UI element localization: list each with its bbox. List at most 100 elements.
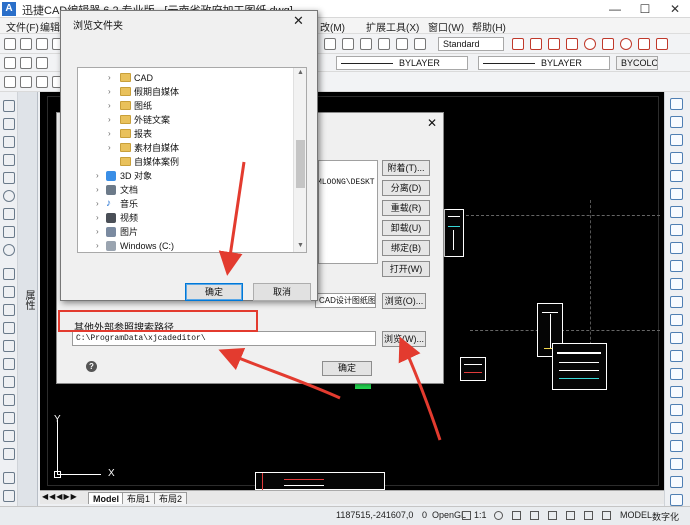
view-3d-icon[interactable] xyxy=(4,76,16,88)
tree-scrollbar[interactable]: ▲ ▼ xyxy=(293,68,306,252)
erase-tool-icon[interactable] xyxy=(656,38,668,50)
scroll-up-icon[interactable]: ▲ xyxy=(297,69,304,76)
stretch-icon[interactable] xyxy=(670,242,683,254)
edit-text-icon[interactable] xyxy=(670,458,683,470)
trim-icon[interactable] xyxy=(670,260,683,272)
browse-search-button[interactable]: 浏览(W)... xyxy=(382,331,426,347)
measure-icon[interactable] xyxy=(670,440,683,452)
snap-icon[interactable] xyxy=(530,511,539,520)
line-tool-icon[interactable] xyxy=(512,38,524,50)
bind-button[interactable]: 绑定(B) xyxy=(382,240,430,256)
tree-item-holiday[interactable]: › 假期自媒体 xyxy=(78,85,294,99)
maximize-button[interactable]: ☐ xyxy=(630,0,660,18)
view-box-icon[interactable] xyxy=(20,76,32,88)
workspace-icon[interactable] xyxy=(494,511,503,520)
annotation-icon[interactable] xyxy=(462,511,471,520)
arc-tool-icon[interactable] xyxy=(548,38,560,50)
tree-item-cad[interactable]: › CAD xyxy=(78,71,294,85)
open-file-icon[interactable] xyxy=(20,38,32,50)
tree-item-videos[interactable]: › 视频 xyxy=(78,211,294,225)
insert-block-icon[interactable] xyxy=(3,268,15,280)
table-tool-icon[interactable] xyxy=(378,38,390,50)
draw-circle-icon[interactable] xyxy=(3,190,15,202)
browse-source-button[interactable]: 浏览(O)... xyxy=(382,293,426,309)
ellipse-tool-icon[interactable] xyxy=(620,38,632,50)
minimize-button[interactable]: — xyxy=(600,0,630,18)
align-icon[interactable] xyxy=(670,404,683,416)
ortho-icon[interactable] xyxy=(566,511,575,520)
divide-icon[interactable] xyxy=(670,422,683,434)
tab-nav-arrows[interactable]: ◀◀◀▶▶ xyxy=(42,492,78,501)
mirror-icon[interactable] xyxy=(670,134,683,146)
extend-icon[interactable] xyxy=(670,278,683,290)
table-icon[interactable] xyxy=(3,376,15,388)
menu-help[interactable]: 帮助(H) xyxy=(472,19,506,34)
tab-layout1[interactable]: 布局1 xyxy=(122,492,156,504)
spline-tool-icon[interactable] xyxy=(602,38,614,50)
attach-button[interactable]: 附着(T)... xyxy=(382,160,430,176)
text-icon[interactable] xyxy=(3,412,15,424)
menu-edit[interactable]: 编辑 xyxy=(40,19,60,34)
xref-ok-button[interactable]: 确定 xyxy=(322,361,372,376)
cad-drawing-block[interactable] xyxy=(460,357,486,381)
point-icon[interactable] xyxy=(3,304,15,316)
cad-drawing-block[interactable] xyxy=(444,209,464,257)
digitizer-toggle[interactable]: 数字化 xyxy=(652,510,679,523)
new-file-icon[interactable] xyxy=(4,38,16,50)
opengl-toggle[interactable]: OpenGL xyxy=(432,510,466,520)
tree-item-cases[interactable]: 自媒体案例 xyxy=(78,155,294,169)
detach-button[interactable]: 分离(D) xyxy=(382,180,430,196)
erase-icon[interactable] xyxy=(670,98,683,110)
layer-prev-icon[interactable] xyxy=(36,57,48,69)
circle-tool-icon[interactable] xyxy=(584,38,596,50)
view-cube-icon[interactable] xyxy=(36,76,48,88)
make-block-icon[interactable] xyxy=(3,286,15,298)
tab-layout2[interactable]: 布局2 xyxy=(154,492,188,504)
polar-icon[interactable] xyxy=(584,511,593,520)
move-icon[interactable] xyxy=(670,188,683,200)
region-icon[interactable] xyxy=(3,358,15,370)
offset-icon[interactable] xyxy=(670,152,683,164)
draw-rect-icon[interactable] xyxy=(3,172,15,184)
browse-ok-button[interactable]: 确定 xyxy=(185,283,243,301)
tree-item-materials[interactable]: › 素材自媒体 xyxy=(78,141,294,155)
point-tool-icon[interactable] xyxy=(638,38,650,50)
text-tool-icon[interactable] xyxy=(324,38,336,50)
plot-style-select[interactable]: BYCOLOR xyxy=(616,56,658,70)
folder-tree[interactable]: › CAD › 假期自媒体 › 图纸 › 外链文案 › 报表 › 素材自媒体 自媒体案例 ›… xyxy=(77,67,307,253)
dim-tool-icon[interactable] xyxy=(342,38,354,50)
osnap-icon[interactable] xyxy=(602,511,611,520)
rotate-icon[interactable] xyxy=(670,206,683,218)
block-tool-icon[interactable] xyxy=(414,38,426,50)
gradient-icon[interactable] xyxy=(3,340,15,352)
layer-state-icon[interactable] xyxy=(20,57,32,69)
close-window-button[interactable]: ✕ xyxy=(660,0,690,18)
menu-modify[interactable]: 改(M) xyxy=(320,19,345,34)
scroll-down-icon[interactable]: ▼ xyxy=(297,242,304,249)
join-icon[interactable] xyxy=(670,314,683,326)
model-toggle[interactable]: MODEL xyxy=(620,510,652,520)
tree-item-3d-objects[interactable]: › 3D 对象 xyxy=(78,169,294,183)
unload-button[interactable]: 卸载(U) xyxy=(382,220,430,236)
tree-item-pictures[interactable]: › 图片 xyxy=(78,225,294,239)
edit-hatch-icon[interactable] xyxy=(670,476,683,488)
help-icon[interactable]: ? xyxy=(86,361,97,372)
mtext-icon[interactable] xyxy=(3,394,15,406)
menu-window[interactable]: 窗口(W) xyxy=(428,19,464,34)
draw-xline-icon[interactable] xyxy=(3,118,15,130)
lineweight-select[interactable]: BYLAYER xyxy=(478,56,610,70)
save-icon[interactable] xyxy=(36,38,48,50)
chamfer-icon[interactable] xyxy=(670,332,683,344)
menu-file[interactable]: 文件(F) xyxy=(6,19,39,34)
menu-extensions[interactable]: 扩展工具(X) xyxy=(366,19,419,34)
hand-pan-icon[interactable] xyxy=(3,490,15,502)
open-button[interactable]: 打开(W) xyxy=(382,261,430,277)
revcloud-icon[interactable] xyxy=(3,472,15,484)
search-path-field[interactable]: C:\ProgramData\xjcadeditor\ xyxy=(72,331,376,346)
tree-item-drawings[interactable]: › 图纸 xyxy=(78,99,294,113)
xref-close-icon[interactable]: ✕ xyxy=(427,116,437,130)
text-style-select[interactable]: Standard xyxy=(438,37,504,51)
break-icon[interactable] xyxy=(670,296,683,308)
draw-polygon-icon[interactable] xyxy=(3,154,15,166)
cad-drawing-block[interactable] xyxy=(552,343,607,390)
